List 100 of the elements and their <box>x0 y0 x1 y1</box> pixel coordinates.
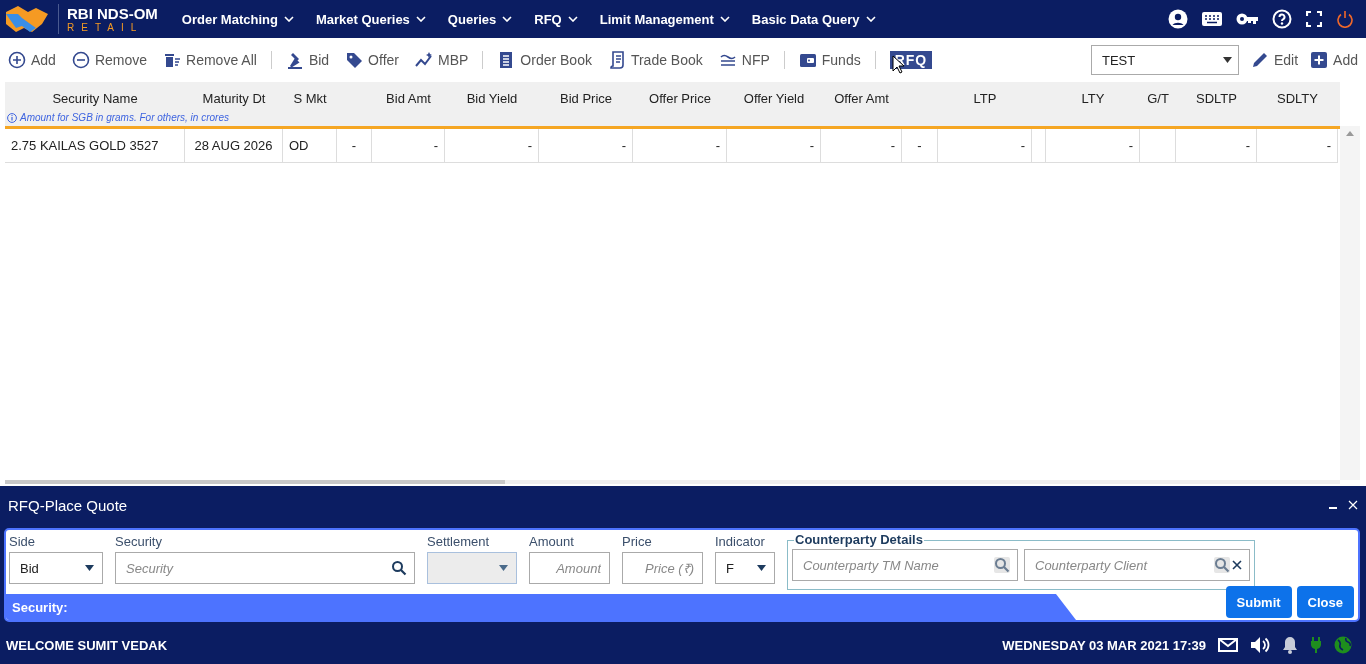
toolbar-button[interactable]: Edit <box>1250 51 1299 69</box>
chevron-down-icon <box>865 16 876 22</box>
column-header[interactable]: Offer Amt <box>834 91 889 106</box>
scrollbar-thumb[interactable] <box>5 480 505 484</box>
search-field[interactable]: Security <box>115 552 415 584</box>
trash-icon <box>163 51 182 69</box>
menu-item[interactable]: Basic Data Query <box>751 11 876 27</box>
column-header[interactable]: Offer Price <box>649 91 711 106</box>
table-cell <box>1140 129 1176 163</box>
toolbar-button[interactable]: Remove <box>71 51 148 69</box>
column-header[interactable]: Bid Yield <box>466 91 518 106</box>
toolbar-button[interactable]: Add <box>8 51 56 69</box>
toolbar-button[interactable]: Add <box>1310 51 1358 69</box>
scroll-icon <box>607 51 626 69</box>
panel-title: RFQ-Place Quote <box>8 496 128 514</box>
date-time: WEDNESDAY 03 MAR 2021 17:39 <box>1002 637 1206 653</box>
field-label: Indicator <box>715 534 766 550</box>
chevron-down-icon <box>567 16 578 22</box>
profile-dropdown[interactable]: TEST <box>1090 45 1239 75</box>
field-label: Security <box>115 534 163 550</box>
key-icon[interactable] <box>1236 13 1258 25</box>
table-cell: - <box>1046 129 1140 163</box>
speaker-icon[interactable] <box>1250 636 1270 654</box>
close-icon[interactable] <box>1348 500 1358 510</box>
table-cell: - <box>337 129 372 163</box>
chevron-down-icon <box>415 16 426 22</box>
input-field[interactable]: Amount <box>529 552 610 584</box>
chevron-down-icon <box>283 16 294 22</box>
table-cell: 2.75 KAILAS GOLD 3527 <box>5 129 185 163</box>
select-field[interactable]: Bid <box>9 552 103 584</box>
group-legend: Counterparty Details <box>794 532 924 547</box>
table-cell: OD <box>283 129 337 163</box>
toolbar-button[interactable]: Remove All <box>163 51 257 69</box>
table-cell: - <box>938 129 1032 163</box>
toolbar-button[interactable]: NFP <box>718 51 770 69</box>
column-header[interactable]: LTP <box>973 91 997 106</box>
app-subtitle: RETAIL <box>67 22 145 33</box>
column-header[interactable]: Maturity Dt <box>202 91 266 106</box>
field-label: Side <box>9 534 37 550</box>
minus-circle-icon <box>71 51 90 69</box>
user-icon[interactable] <box>1168 9 1188 29</box>
field-label: Price <box>622 534 653 550</box>
menu-item[interactable]: Order Matching <box>181 11 294 27</box>
clear-icon[interactable] <box>1232 560 1242 570</box>
table-cell: - <box>539 129 633 163</box>
toolbar-button[interactable]: Order Book <box>497 51 592 69</box>
globe-icon[interactable] <box>1334 636 1352 654</box>
menu-item[interactable]: Market Queries <box>315 11 426 27</box>
app-title: RBI NDS-OM <box>67 5 158 21</box>
plus-circle-icon <box>8 51 26 69</box>
search-icon[interactable] <box>391 560 407 576</box>
toolbar-button[interactable]: Offer <box>345 51 399 69</box>
menu-item[interactable]: RFQ <box>534 11 578 27</box>
gavel-icon <box>285 51 304 69</box>
select-field[interactable]: F <box>715 552 775 584</box>
column-header[interactable]: G/T <box>1147 91 1169 106</box>
help-icon[interactable] <box>1272 9 1292 29</box>
fullscreen-icon[interactable] <box>1306 11 1322 27</box>
column-header[interactable]: Offer Yield <box>743 91 805 106</box>
toolbar-button[interactable]: Trade Book <box>607 51 703 69</box>
column-header[interactable]: SDLTY <box>1277 91 1318 106</box>
power-icon[interactable] <box>1336 10 1354 28</box>
table-cell: - <box>1257 129 1338 163</box>
mail-icon[interactable] <box>1218 638 1238 652</box>
pencil-icon <box>1250 51 1269 69</box>
action-button[interactable]: Close <box>1296 586 1354 618</box>
menu-item[interactable]: Queries <box>447 11 513 27</box>
toolbar-button[interactable]: Funds <box>798 51 861 69</box>
table-cell <box>1032 129 1046 163</box>
wallet-icon <box>798 51 817 69</box>
column-header[interactable]: SDLTP <box>1196 91 1237 106</box>
toolbar-button[interactable]: Bid <box>285 51 330 69</box>
table-cell: - <box>445 129 539 163</box>
keyboard-icon[interactable] <box>1202 12 1222 26</box>
table-note: Amount for SGB in grams. For others, in crores <box>20 112 229 123</box>
bell-icon[interactable] <box>1282 636 1298 654</box>
table-cell: - <box>902 129 938 163</box>
menu-item[interactable]: Limit Management <box>599 11 730 27</box>
table-cell: - <box>633 129 727 163</box>
input-field[interactable]: Price (₹) <box>622 552 703 584</box>
column-header[interactable]: Security Name <box>52 91 138 106</box>
welcome-text: WELCOME SUMIT VEDAK <box>6 637 168 653</box>
caret-down-icon <box>499 565 508 571</box>
table-cell: - <box>821 129 902 163</box>
search-field[interactable]: Counterparty TM Name <box>792 549 1018 581</box>
caret-down-icon <box>85 565 94 571</box>
info-icon <box>7 112 17 123</box>
column-header[interactable]: Bid Amt <box>386 91 431 106</box>
column-header[interactable]: Bid Price <box>560 91 612 106</box>
security-label: Security: <box>12 599 68 615</box>
action-button[interactable]: Submit <box>1225 586 1292 618</box>
chevron-down-icon <box>719 16 730 22</box>
column-header[interactable]: S Mkt <box>293 91 327 106</box>
caret-down-icon <box>1222 57 1232 63</box>
table-cell: - <box>1176 129 1257 163</box>
field-label: Amount <box>529 534 575 550</box>
plug-icon[interactable] <box>1310 636 1322 654</box>
column-header[interactable]: LTY <box>1081 91 1105 106</box>
toolbar-button[interactable]: MBP <box>415 51 469 69</box>
search-field[interactable]: Counterparty Client <box>1024 549 1250 581</box>
